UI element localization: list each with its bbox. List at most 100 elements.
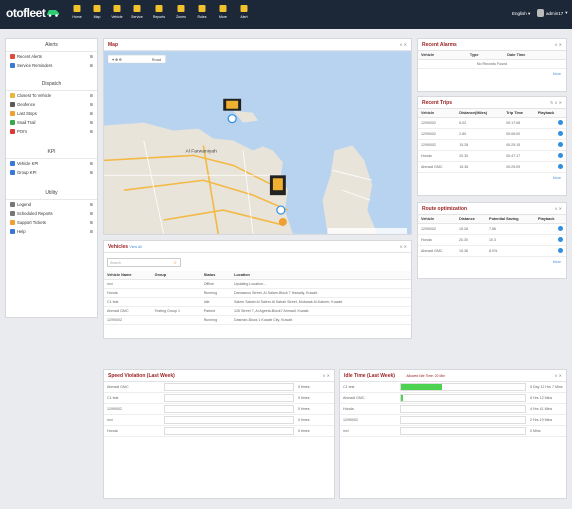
- expand-icon[interactable]: ⊞: [90, 102, 93, 107]
- playback-icon[interactable]: [558, 237, 563, 242]
- nav-alert[interactable]: Alert: [235, 3, 253, 19]
- table-row[interactable]: Ahmadi GMC Testing Group 1 Parked 126 Stree…: [104, 306, 411, 316]
- table-row[interactable]: 12/90002 15.28 00:25:15: [418, 139, 566, 151]
- expand-icon[interactable]: ⊞: [90, 129, 93, 134]
- column-header[interactable]: Type: [466, 51, 505, 60]
- column-header[interactable]: Vehicle: [418, 51, 467, 60]
- expand-icon[interactable]: ⊞: [90, 202, 93, 207]
- sidebar-item-scheduled-reports[interactable]: Scheduled Reports ⊞: [6, 209, 97, 218]
- table-row[interactable]: Honda 20.30 00:47:17: [418, 150, 566, 162]
- search-icon[interactable]: ⌕: [174, 260, 177, 266]
- nav-home[interactable]: Home: [68, 3, 86, 19]
- panel-tools[interactable]: ∨ ✕: [555, 42, 562, 47]
- sidebar-item-service-reminders[interactable]: Service Reminders ⊞: [6, 61, 97, 70]
- panel-tools[interactable]: ∨ ✕: [323, 373, 330, 378]
- expand-icon[interactable]: ⊞: [90, 229, 93, 234]
- playback-icon[interactable]: [558, 120, 563, 125]
- table-row[interactable]: 12/90002 6.02 00:17:08: [418, 117, 566, 129]
- more-link[interactable]: More: [418, 257, 566, 267]
- expand-icon[interactable]: ⊞: [90, 161, 93, 166]
- table-row[interactable]: Ahmadi GMC 15.36 00:25:09: [418, 161, 566, 173]
- language-selector[interactable]: English ▾: [512, 11, 530, 17]
- nav-map[interactable]: Map: [88, 3, 106, 19]
- sidebar-item-last-stops[interactable]: Last Stops ⊞: [6, 109, 97, 118]
- expand-icon[interactable]: ⊞: [90, 54, 93, 59]
- sidebar-item-help[interactable]: Help ⊞: [6, 227, 97, 236]
- bar-value: 0 times: [298, 385, 310, 389]
- expand-icon[interactable]: ⊞: [90, 93, 93, 98]
- column-header[interactable]: Location: [231, 271, 411, 280]
- user-menu[interactable]: admin17 ▾: [537, 9, 568, 17]
- nav-more[interactable]: More: [214, 3, 232, 19]
- panel-tools[interactable]: ∨ ✕: [400, 244, 407, 249]
- table-cell: Ahmadi GMC: [418, 161, 457, 173]
- column-header[interactable]: Distance(Miles): [456, 109, 504, 118]
- expand-icon[interactable]: ⊞: [90, 220, 93, 225]
- sidebar-item-geofence[interactable]: Geofence ⊞: [6, 100, 97, 109]
- expand-icon[interactable]: ⊞: [90, 211, 93, 216]
- column-header[interactable]: Playback: [535, 215, 566, 224]
- expand-icon[interactable]: ⊞: [90, 120, 93, 125]
- map-canvas[interactable]: Al Farwaniyah ⌖ ⊕ ⊖ Road: [104, 51, 411, 234]
- app-logo[interactable]: otofleet: [6, 6, 46, 20]
- expand-icon[interactable]: ⊞: [90, 63, 93, 68]
- nav-service[interactable]: Service: [128, 3, 146, 19]
- sidebar-item-closest-to-vehicle[interactable]: Closest To Vehicle ⊞: [6, 91, 97, 100]
- nav-zones[interactable]: Zones: [172, 3, 190, 19]
- column-header[interactable]: Distance: [455, 215, 487, 224]
- table-row[interactable]: 12/90002 15.28 7.86: [418, 223, 566, 235]
- bar-value: 8 Hrs 12 Mins: [530, 396, 553, 400]
- table-row[interactable]: Ahmadi GMC 15.36 8.0%: [418, 245, 566, 257]
- panel-tools[interactable]: ∨ ✕: [555, 206, 562, 211]
- sidebar-item-recent-alerts[interactable]: Recent Alerts ⊞: [6, 52, 97, 61]
- column-header[interactable]: Trip Time: [503, 109, 535, 118]
- view-all-link[interactable]: View All: [129, 245, 142, 249]
- expand-icon[interactable]: ⊞: [90, 170, 93, 175]
- sidebar-item-support-tickets[interactable]: Support Tickets ⊞: [6, 218, 97, 227]
- playback-icon[interactable]: [558, 153, 563, 158]
- bar-value: 0 times: [298, 407, 310, 411]
- playback-icon[interactable]: [558, 142, 563, 147]
- support-tickets-icon: [10, 220, 15, 225]
- bar-track: [164, 405, 294, 413]
- table-row[interactable]: Honda Running Damascus Street, Al Salam-Bl…: [104, 288, 411, 298]
- nav-vehicle[interactable]: Vehicle: [108, 3, 126, 19]
- sidebar-item-snail-trail[interactable]: Snail Trail ⊞: [6, 118, 97, 127]
- table-row[interactable]: 12/90002 Running Dasman-Block 1 Kuwait Cit…: [104, 315, 411, 325]
- table-row[interactable]: 12/90002 2.80 00:06:00: [418, 128, 566, 140]
- more-link[interactable]: More: [418, 69, 566, 79]
- more-link[interactable]: More: [418, 173, 566, 183]
- playback-icon[interactable]: [558, 164, 563, 169]
- column-header[interactable]: Playback: [534, 109, 566, 118]
- nav-rules[interactable]: Rules: [193, 3, 211, 19]
- column-header[interactable]: Potential Saving: [486, 215, 536, 224]
- table-row[interactable]: Honda 20.30 10.3: [418, 234, 566, 246]
- table-row[interactable]: mvi Offline Updating Location...: [104, 279, 411, 289]
- playback-icon[interactable]: [558, 248, 563, 253]
- panel-tools[interactable]: ∨ ✕: [400, 42, 407, 47]
- bar-label: Honda: [107, 429, 118, 433]
- column-header[interactable]: Group: [151, 271, 201, 280]
- sidebar-item-group-kpi[interactable]: Group KPI ⊞: [6, 168, 97, 177]
- table-cell: 12/90002: [418, 223, 456, 235]
- sidebar-item-poi-s[interactable]: POI's ⊞: [6, 127, 97, 136]
- column-header[interactable]: Vehicle: [418, 215, 456, 224]
- column-header[interactable]: Date Time: [504, 51, 566, 60]
- panel-tools[interactable]: ↻ ∨ ✕: [550, 100, 562, 105]
- playback-icon[interactable]: [558, 226, 563, 231]
- playback-icon[interactable]: [558, 131, 563, 136]
- sidebar-item-legend[interactable]: Legend ⊞: [6, 200, 97, 209]
- column-header[interactable]: Vehicle Name: [104, 271, 152, 280]
- panel-tools[interactable]: ∨ ✕: [555, 373, 562, 378]
- nav-reports[interactable]: Reports: [150, 3, 168, 19]
- bar-value: 0 times: [298, 396, 310, 400]
- expand-icon[interactable]: ⊞: [90, 111, 93, 116]
- section-dispatch: Dispatch: [6, 78, 97, 91]
- vehicle-search-input[interactable]: Search: [107, 258, 181, 267]
- recent-alarms-panel: Recent Alarms ∨ ✕ Vehicle Type Date Time No…: [417, 38, 567, 92]
- column-header[interactable]: Vehicle: [418, 109, 457, 118]
- column-header[interactable]: Status: [200, 271, 232, 280]
- sidebar-item-label: Last Stops: [17, 111, 37, 116]
- sidebar-item-vehicle-kpi[interactable]: Vehicle KPI ⊞: [6, 159, 97, 168]
- table-row[interactable]: C1 test Idle Salem Sabah Al Salem Al Sabah…: [104, 297, 411, 307]
